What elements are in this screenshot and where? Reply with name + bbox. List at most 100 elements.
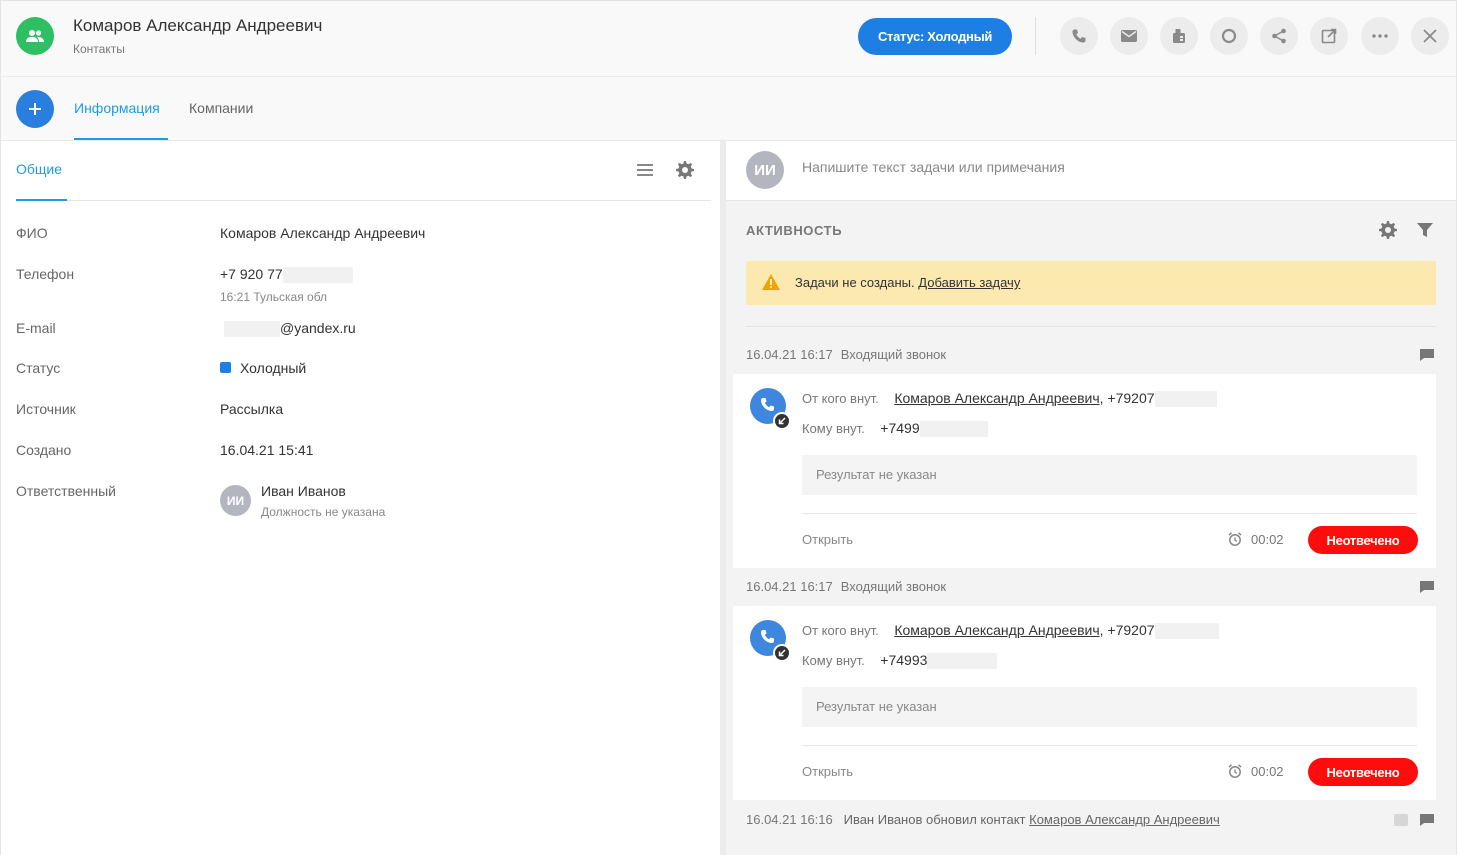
section-tab-indicator: [16, 199, 67, 201]
warning-icon: [762, 274, 780, 290]
activity-settings-button[interactable]: [1378, 220, 1398, 240]
missed-status-badge: Неотвечено: [1308, 526, 1418, 554]
event-header: 16.04.21 16:17 Входящий звонок: [746, 347, 946, 362]
contact-details-panel: Общие ФИО Комаров Александр Андреевич Те…: [0, 141, 720, 855]
owner-name[interactable]: Иван Иванов: [261, 483, 346, 499]
event-datetime: 16.04.21 16:16: [746, 812, 833, 827]
active-tab-indicator: [74, 138, 168, 140]
call-from: От кого внут. Комаров Александр Андрееви…: [802, 622, 1219, 640]
incoming-arrow-icon: [773, 644, 791, 662]
from-label: От кого внут.: [802, 391, 879, 406]
plus-icon: [29, 103, 41, 115]
call-card: От кого внут. Комаров Александр Андрееви…: [733, 606, 1436, 800]
caller-phone: , +79207: [1099, 390, 1155, 406]
mail-button[interactable]: [1110, 17, 1148, 55]
caller-link[interactable]: Комаров Александр Андреевич: [894, 390, 1099, 406]
circle-button[interactable]: [1210, 17, 1248, 55]
source-value[interactable]: Рассылка: [220, 401, 283, 417]
open-call-link[interactable]: Открыть: [802, 532, 853, 547]
status-value[interactable]: Холодный: [220, 360, 306, 376]
owner-label: Ответственный: [16, 483, 116, 499]
add-button[interactable]: [16, 90, 54, 128]
caller-link[interactable]: Комаров Александр Андреевич: [894, 622, 1099, 638]
callee-phone: +7499: [880, 420, 920, 436]
call-card: От кого внут. Комаров Александр Андрееви…: [733, 374, 1436, 568]
activity-filter-button[interactable]: [1416, 221, 1436, 241]
note-input[interactable]: Напишите текст задачи или примечания: [802, 159, 1065, 175]
collapse-icon[interactable]: [1394, 814, 1408, 826]
page-title: Комаров Александр Андреевич: [73, 16, 323, 35]
more-button[interactable]: [1361, 17, 1399, 55]
update-event: 16.04.21 16:16 Иван Иванов обновил конта…: [746, 812, 1220, 827]
event-header: 16.04.21 16:17 Входящий звонок: [746, 579, 946, 594]
alarm-clock-icon: [1228, 532, 1242, 546]
avatar: ИИ: [220, 485, 251, 516]
settings-button[interactable]: [675, 160, 695, 180]
status-text: Холодный: [240, 360, 307, 376]
email-label: E-mail: [16, 320, 56, 336]
status-button[interactable]: Статус: Холодный: [858, 18, 1012, 55]
tabs-bar: Информация Компании: [0, 77, 1457, 141]
redacted-block: [1154, 391, 1217, 408]
call-to: Кому внут. +7499: [802, 420, 988, 438]
tab-info[interactable]: Информация: [74, 100, 160, 116]
comment-icon[interactable]: [1419, 348, 1435, 362]
share-icon: [1272, 28, 1286, 44]
add-task-link[interactable]: Добавить задачу: [918, 275, 1020, 290]
incoming-arrow-icon: [773, 412, 791, 430]
created-value: 16.04.21 15:41: [220, 442, 314, 458]
fax-button[interactable]: [1160, 17, 1198, 55]
note-composer: ИИ Напишите текст задачи или примечания: [726, 141, 1456, 201]
status-color-icon: [220, 362, 231, 373]
tab-companies[interactable]: Компании: [189, 100, 253, 116]
redacted-block: [919, 421, 988, 438]
redacted-block: [1154, 623, 1219, 640]
activity-title: АКТИВНОСТЬ: [746, 223, 843, 238]
breadcrumb[interactable]: Контакты: [73, 42, 125, 56]
header-divider: [1035, 17, 1036, 55]
contacts-avatar-icon: [16, 17, 54, 55]
owner-position: Должность не указана: [261, 505, 386, 519]
open-external-button[interactable]: [1310, 17, 1348, 55]
warning-message: Задачи не созданы.: [795, 275, 915, 290]
redacted-block: [224, 321, 280, 338]
missed-status-badge: Неотвечено: [1308, 758, 1418, 786]
gear-icon: [676, 161, 694, 179]
from-label: От кого внут.: [802, 623, 879, 638]
contact-link[interactable]: Комаров Александр Андреевич: [1029, 812, 1220, 827]
section-tab-general[interactable]: Общие: [16, 161, 62, 177]
external-link-icon: [1321, 28, 1337, 44]
divider: [802, 745, 1417, 746]
mail-icon: [1121, 30, 1137, 42]
comment-icon[interactable]: [1419, 580, 1435, 594]
section-divider: [16, 200, 711, 201]
to-label: Кому внут.: [802, 421, 865, 436]
event-type: Входящий звонок: [840, 347, 947, 362]
created-label: Создано: [16, 442, 72, 458]
divider: [746, 326, 1436, 327]
fio-value[interactable]: Комаров Александр Андреевич: [220, 225, 425, 241]
activity-panel: ИИ Напишите текст задачи или примечания …: [726, 141, 1457, 855]
header: Комаров Александр Андреевич Контакты Ста…: [0, 0, 1457, 77]
call-result-field[interactable]: Результат не указан: [802, 687, 1417, 727]
filter-icon: [1417, 223, 1433, 237]
callee-phone: +74993: [880, 652, 928, 668]
close-button[interactable]: [1411, 17, 1449, 55]
share-button[interactable]: [1260, 17, 1298, 55]
phone-icon: [1072, 29, 1086, 43]
email-domain: @yandex.ru: [280, 320, 356, 336]
phone-location: 16:21 Тульская обл: [220, 290, 328, 304]
call-result-field[interactable]: Результат не указан: [802, 455, 1417, 495]
comment-icon[interactable]: [1419, 813, 1435, 827]
open-call-link[interactable]: Открыть: [802, 764, 853, 779]
call-to: Кому внут. +74993: [802, 652, 998, 670]
call-button[interactable]: [1060, 17, 1098, 55]
phone-value[interactable]: +7 920 77: [220, 266, 353, 284]
list-menu-button[interactable]: [635, 161, 655, 179]
email-value[interactable]: @yandex.ru: [224, 320, 356, 338]
event-datetime: 16.04.21 16:17: [746, 347, 833, 362]
redacted-block: [927, 653, 998, 670]
phone-number: +7 920 77: [220, 266, 283, 282]
divider: [802, 513, 1417, 514]
call-from: От кого внут. Комаров Александр Андрееви…: [802, 390, 1217, 408]
